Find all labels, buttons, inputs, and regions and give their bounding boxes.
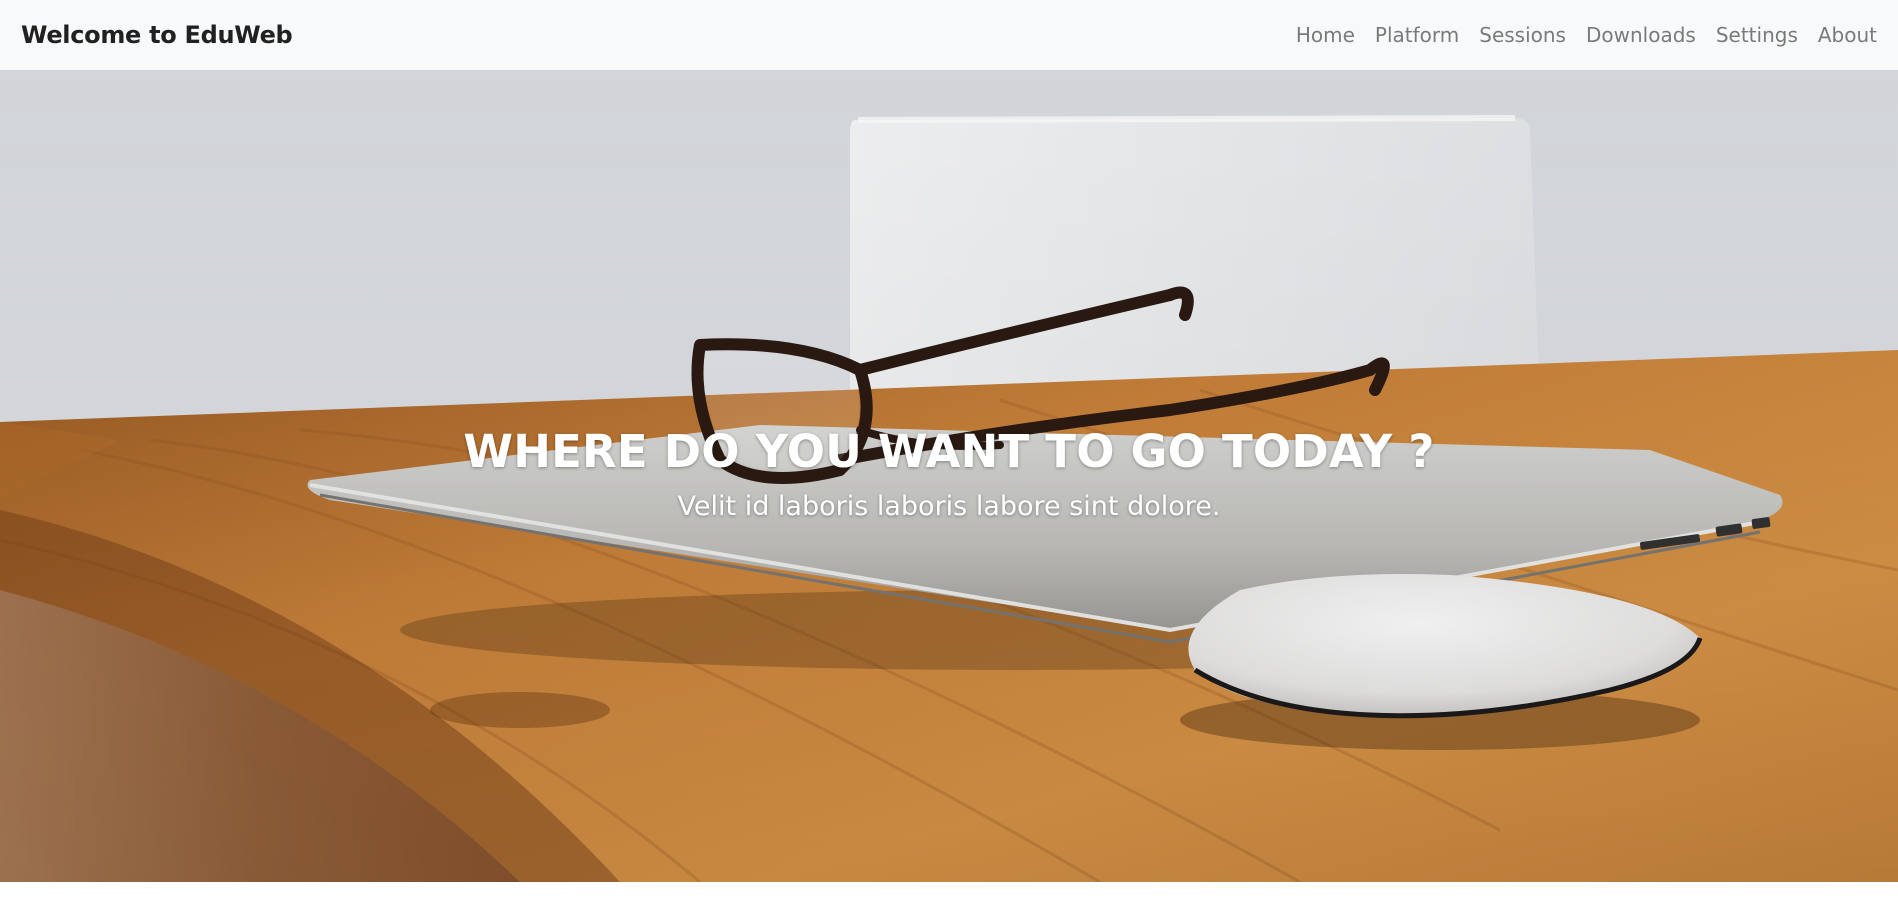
nav-link-settings[interactable]: Settings: [1716, 23, 1798, 47]
nav-link-downloads[interactable]: Downloads: [1586, 23, 1696, 47]
nav-link-home[interactable]: Home: [1296, 23, 1355, 47]
nav-link-about[interactable]: About: [1818, 23, 1877, 47]
brand-logo-link[interactable]: Welcome to EduWeb: [21, 21, 293, 49]
hero-section: WHERE DO YOU WANT TO GO TODAY ? Velit id…: [0, 70, 1898, 882]
nav-link-platform[interactable]: Platform: [1375, 23, 1459, 47]
hero-subtitle: Velit id laboris laboris labore sint dol…: [677, 491, 1221, 522]
page-bottom-strip: [0, 882, 1898, 902]
nav-links: Home Platform Sessions Downloads Setting…: [1276, 23, 1877, 47]
hero-title: WHERE DO YOU WANT TO GO TODAY ?: [463, 425, 1435, 478]
navbar: Welcome to EduWeb Home Platform Sessions…: [0, 0, 1898, 70]
nav-link-sessions[interactable]: Sessions: [1479, 23, 1566, 47]
